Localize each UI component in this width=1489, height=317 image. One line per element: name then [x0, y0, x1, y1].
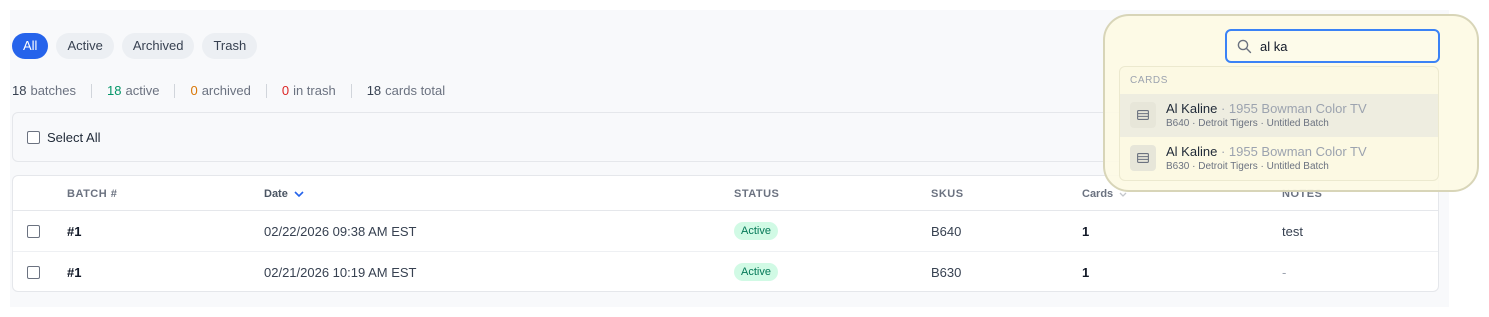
batches-table: BATCH # Date STATUS SKUS Cards NOTES #1 …	[12, 175, 1439, 292]
stat-batches-label: batches	[30, 83, 77, 98]
tab-trash[interactable]: Trash	[202, 33, 258, 59]
stat-archived-label: archived	[201, 83, 251, 98]
divider	[265, 83, 267, 98]
stat-cards: 18 cards total	[367, 83, 445, 98]
cell-notes: -	[1282, 265, 1287, 280]
search-icon	[1237, 39, 1252, 54]
result-name: Al Kaline	[1166, 144, 1218, 159]
tab-all[interactable]: All	[12, 33, 49, 59]
stat-trash-label: in trash	[293, 83, 336, 98]
row-checkbox[interactable]	[27, 225, 40, 238]
stat-trash-count: 0	[281, 83, 290, 98]
cell-batch[interactable]: #1	[67, 224, 81, 239]
column-header-skus[interactable]: SKUS	[931, 188, 964, 200]
divider	[91, 83, 93, 98]
card-icon	[1130, 102, 1156, 128]
status-tabs: All Active Archived Trash	[12, 33, 258, 59]
stat-archived-count: 0	[190, 83, 198, 98]
column-header-batch[interactable]: BATCH #	[67, 188, 117, 200]
result-name: Al Kaline	[1166, 101, 1218, 116]
stat-active: 18 active	[107, 83, 159, 98]
results-section-label: CARDS	[1130, 75, 1169, 86]
search-input[interactable]: al ka	[1225, 29, 1440, 63]
select-all-checkbox[interactable]	[27, 131, 40, 144]
stat-cards-count: 18	[366, 83, 382, 98]
result-meta: B640 · Detroit Tigers · Untitled Batch	[1166, 118, 1329, 129]
search-results-dropdown: CARDS Al Kaline · 1955 Bowman Color TV B…	[1119, 66, 1439, 181]
cell-skus: B640	[931, 224, 962, 239]
card-icon	[1130, 145, 1156, 171]
divider	[350, 83, 352, 98]
search-result-item[interactable]: Al Kaline · 1955 Bowman Color TV B640 · …	[1120, 94, 1438, 137]
row-checkbox[interactable]	[27, 266, 40, 279]
result-set: · 1955 Bowman Color TV	[1220, 144, 1367, 159]
select-all-label[interactable]: Select All	[47, 130, 100, 145]
stat-archived: 0 archived	[190, 83, 250, 98]
chevron-down-icon	[294, 191, 304, 198]
cell-date: 02/21/2026 10:19 AM EST	[264, 265, 417, 280]
batch-stats: 18 batches 18 active 0 archived 0 in tra…	[12, 83, 445, 98]
search-query: al ka	[1260, 39, 1288, 54]
cell-date: 02/22/2026 09:38 AM EST	[264, 224, 417, 239]
tab-archived[interactable]: Archived	[121, 33, 195, 59]
status-badge: Active	[734, 263, 778, 281]
cell-skus: B630	[931, 265, 962, 280]
result-set: · 1955 Bowman Color TV	[1220, 101, 1367, 116]
cell-cards: 1	[1082, 224, 1090, 239]
cell-batch[interactable]: #1	[67, 265, 81, 280]
status-badge: Active	[734, 222, 778, 240]
table-row[interactable]: #1 02/21/2026 10:19 AM EST Active B630 1…	[13, 252, 1438, 291]
column-header-cards-label: Cards	[1082, 188, 1114, 200]
result-title: Al Kaline · 1955 Bowman Color TV	[1166, 101, 1367, 116]
table-row[interactable]: #1 02/22/2026 09:38 AM EST Active B640 1…	[13, 211, 1438, 252]
cell-notes: test	[1282, 224, 1303, 239]
stat-active-label: active	[125, 83, 160, 98]
column-header-status[interactable]: STATUS	[734, 188, 779, 200]
stat-cards-label: cards total	[385, 83, 446, 98]
stat-batches: 18 batches	[12, 83, 76, 98]
search-result-item[interactable]: Al Kaline · 1955 Bowman Color TV B630 · …	[1120, 137, 1438, 180]
cell-cards: 1	[1082, 265, 1090, 280]
stat-active-count: 18	[107, 83, 122, 98]
divider	[174, 83, 176, 98]
result-title: Al Kaline · 1955 Bowman Color TV	[1166, 144, 1367, 159]
stat-batches-count: 18	[12, 83, 27, 98]
stat-trash: 0 in trash	[282, 83, 336, 98]
column-header-date[interactable]: Date	[264, 188, 304, 200]
tab-active[interactable]: Active	[56, 33, 114, 59]
column-header-date-label: Date	[264, 188, 288, 200]
result-meta: B630 · Detroit Tigers · Untitled Batch	[1166, 161, 1329, 172]
